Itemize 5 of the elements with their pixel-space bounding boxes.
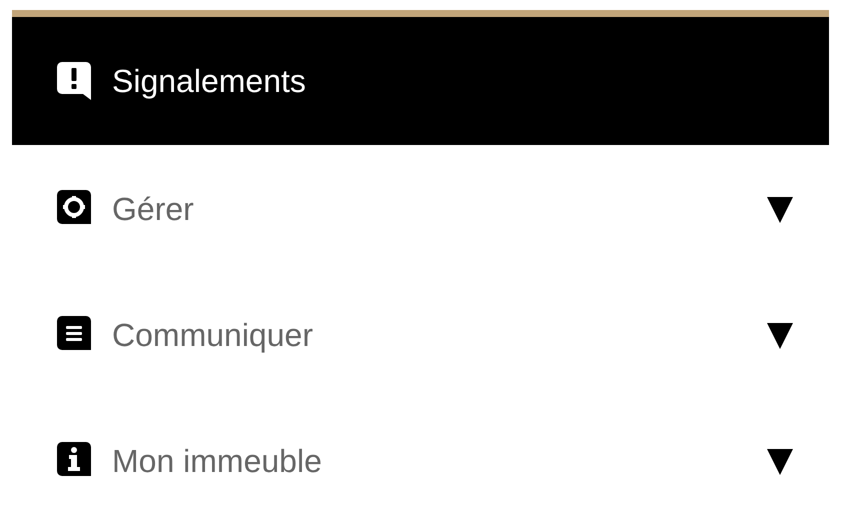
menu-item-selected[interactable]: Signalements xyxy=(12,17,829,145)
gear-icon xyxy=(56,189,92,225)
info-icon xyxy=(56,441,92,477)
list-icon xyxy=(56,315,92,351)
alert-bubble-icon xyxy=(56,61,92,101)
